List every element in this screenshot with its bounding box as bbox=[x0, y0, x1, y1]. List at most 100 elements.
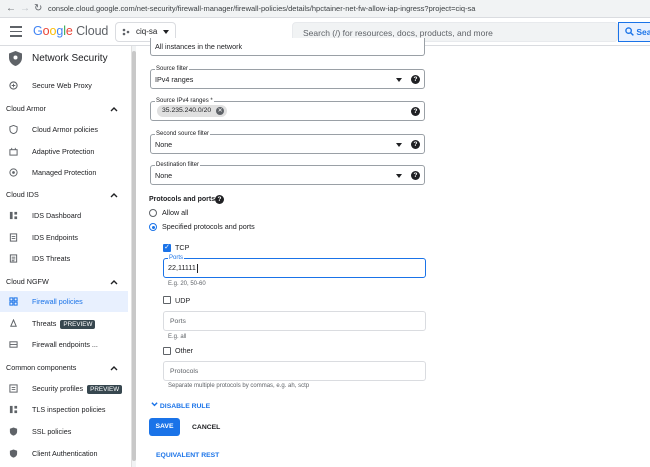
chevron-down-icon bbox=[151, 402, 158, 407]
ssl-icon bbox=[9, 427, 18, 436]
udp-label: UDP bbox=[175, 296, 191, 305]
save-button[interactable]: SAVE bbox=[149, 418, 180, 436]
help-icon[interactable]: ? bbox=[411, 140, 420, 149]
forward-icon[interactable]: → bbox=[20, 2, 30, 16]
source-ipv4-ranges-input[interactable]: Source IPv4 ranges * 35.235.240.0/20 ✕ ? bbox=[150, 97, 425, 121]
sidebar-item-cloud-armor-policies[interactable]: Cloud Armor policies bbox=[0, 119, 128, 140]
help-icon[interactable]: ? bbox=[411, 75, 420, 84]
remove-chip-icon[interactable]: ✕ bbox=[216, 107, 225, 115]
dashboard-icon bbox=[9, 211, 18, 220]
preview-badge: PREVIEW bbox=[60, 319, 96, 329]
sidebar-item-text: Threats bbox=[32, 319, 57, 328]
second-source-filter-value: None bbox=[155, 140, 173, 149]
udp-ports-input[interactable]: Ports bbox=[163, 311, 426, 331]
sidebar-item-firewall-policies[interactable]: Firewall policies bbox=[0, 291, 128, 312]
sidebar-item-ids-threats[interactable]: IDS Threats bbox=[0, 248, 128, 269]
second-source-filter-label: Second source filter bbox=[155, 130, 211, 138]
back-icon[interactable]: ← bbox=[6, 2, 16, 16]
sidebar-item-text: Security profiles bbox=[32, 384, 84, 393]
sidebar-scrollbar[interactable] bbox=[131, 46, 136, 467]
sidebar-item-managed-protection[interactable]: Managed Protection bbox=[0, 162, 128, 183]
shield-icon bbox=[9, 125, 18, 134]
targets-value: All instances in the network bbox=[155, 42, 243, 51]
section-cloud-ngfw[interactable]: Cloud NGFW bbox=[6, 276, 49, 288]
source-filter-select[interactable]: Source filter IPv4 ranges ? bbox=[150, 65, 425, 89]
chevron-up-icon[interactable] bbox=[110, 191, 118, 199]
search-button[interactable]: Sea bbox=[618, 22, 650, 42]
sidebar-item-label: TLS inspection policies bbox=[32, 405, 106, 414]
chevron-up-icon[interactable] bbox=[110, 278, 118, 286]
sidebar-item-threats[interactable]: Threats PREVIEW bbox=[0, 313, 128, 334]
managed-protection-icon bbox=[9, 168, 18, 177]
chevron-up-icon[interactable] bbox=[110, 105, 118, 113]
url-text[interactable]: console.cloud.google.com/net-security/fi… bbox=[48, 3, 648, 15]
sidebar-item-label: Firewall endpoints ... bbox=[32, 340, 98, 349]
udp-checkbox[interactable] bbox=[163, 296, 171, 304]
sidebar-item-label: Adaptive Protection bbox=[32, 147, 95, 156]
chip-label: 35.235.240.0/20 bbox=[162, 107, 212, 114]
sidebar-product-header: Network Security bbox=[0, 46, 131, 72]
search-button-label: Sea bbox=[636, 27, 650, 37]
chevron-down-icon bbox=[163, 30, 169, 34]
tcp-checkbox[interactable]: ✓ bbox=[163, 244, 171, 252]
udp-ports-placeholder: Ports bbox=[170, 318, 186, 325]
project-name: ciq-sa bbox=[136, 27, 158, 36]
help-icon[interactable]: ? bbox=[411, 171, 420, 180]
other-protocols-hint: Separate multiple protocols by commas, e… bbox=[168, 383, 310, 389]
other-protocols-input[interactable]: Protocols bbox=[163, 361, 426, 381]
second-source-filter-select[interactable]: Second source filter None ? bbox=[150, 130, 425, 154]
preview-badge: PREVIEW bbox=[87, 384, 123, 394]
destination-filter-select[interactable]: Destination filter None ? bbox=[150, 161, 425, 185]
equivalent-rest-link[interactable]: EQUIVALENT REST bbox=[156, 451, 219, 460]
sidebar-item-label: Cloud Armor policies bbox=[32, 125, 98, 134]
sidebar-item-label: Secure Web Proxy bbox=[32, 81, 92, 90]
source-filter-value: IPv4 ranges bbox=[155, 75, 194, 84]
sidebar-item-ids-endpoints[interactable]: IDS Endpoints bbox=[0, 227, 128, 248]
other-checkbox[interactable] bbox=[163, 347, 171, 355]
google-cloud-logo[interactable]: Google Cloud bbox=[33, 24, 108, 39]
disable-rule-toggle[interactable]: DISABLE RULE bbox=[151, 401, 210, 411]
help-icon[interactable]: ? bbox=[215, 195, 224, 204]
sidebar-item-label: SSL policies bbox=[32, 427, 72, 436]
text-caret bbox=[196, 263, 198, 273]
destination-filter-value: None bbox=[155, 171, 173, 180]
sidebar-item-security-profiles[interactable]: Security profiles PREVIEW bbox=[0, 378, 128, 399]
specified-protocols-radio[interactable] bbox=[149, 223, 157, 231]
sidebar-item-ids-dashboard[interactable]: IDS Dashboard bbox=[0, 205, 128, 226]
targets-select[interactable]: All instances in the network bbox=[150, 38, 425, 56]
other-protocols-placeholder: Protocols bbox=[170, 368, 199, 375]
help-icon[interactable]: ? bbox=[411, 107, 420, 116]
sidebar-item-tls-inspection[interactable]: TLS inspection policies bbox=[0, 399, 128, 420]
source-ranges-label: Source IPv4 ranges * bbox=[155, 97, 214, 105]
sidebar-item-label: Managed Protection bbox=[32, 168, 97, 177]
section-cloud-ids[interactable]: Cloud IDS bbox=[6, 189, 39, 201]
sidebar-item-label: Security profiles PREVIEW bbox=[32, 378, 123, 399]
section-cloud-armor[interactable]: Cloud Armor bbox=[6, 103, 46, 115]
sidebar-item-secure-web-proxy[interactable]: Secure Web Proxy bbox=[0, 75, 128, 96]
sidebar-item-ssl-policies[interactable]: SSL policies bbox=[0, 421, 128, 442]
ports-label: Ports bbox=[168, 254, 185, 262]
sidebar: Network Security Secure Web Proxy Cloud … bbox=[0, 46, 131, 467]
allow-all-label: Allow all bbox=[162, 208, 189, 217]
sidebar-item-firewall-endpoints[interactable]: Firewall endpoints ... bbox=[0, 334, 128, 355]
chevron-up-icon[interactable] bbox=[110, 364, 118, 372]
search-icon bbox=[625, 27, 634, 36]
sidebar-item-label: IDS Threats bbox=[32, 254, 71, 263]
menu-icon[interactable] bbox=[10, 26, 22, 37]
cancel-button[interactable]: CANCEL bbox=[192, 423, 220, 432]
specified-protocols-label: Specified protocols and ports bbox=[162, 222, 255, 231]
firewall-policies-icon bbox=[9, 297, 18, 306]
threats-icon bbox=[10, 319, 17, 327]
sidebar-item-label: Threats PREVIEW bbox=[32, 313, 96, 334]
sidebar-item-label: Firewall policies bbox=[32, 297, 83, 306]
reload-icon[interactable]: ↻ bbox=[34, 2, 42, 16]
sidebar-product-title: Network Security bbox=[32, 53, 108, 64]
sidebar-item-label: IDS Dashboard bbox=[32, 211, 82, 220]
sidebar-item-label: Client Authentication bbox=[32, 449, 98, 458]
section-common-components[interactable]: Common components bbox=[6, 362, 76, 374]
ports-value-text: 22,11111 bbox=[168, 263, 196, 272]
tcp-ports-input[interactable]: Ports 22,11111 bbox=[163, 254, 426, 278]
sidebar-item-client-authentication[interactable]: Client Authentication bbox=[0, 443, 128, 464]
allow-all-radio[interactable] bbox=[149, 209, 157, 217]
sidebar-item-adaptive-protection[interactable]: Adaptive Protection bbox=[0, 141, 128, 162]
